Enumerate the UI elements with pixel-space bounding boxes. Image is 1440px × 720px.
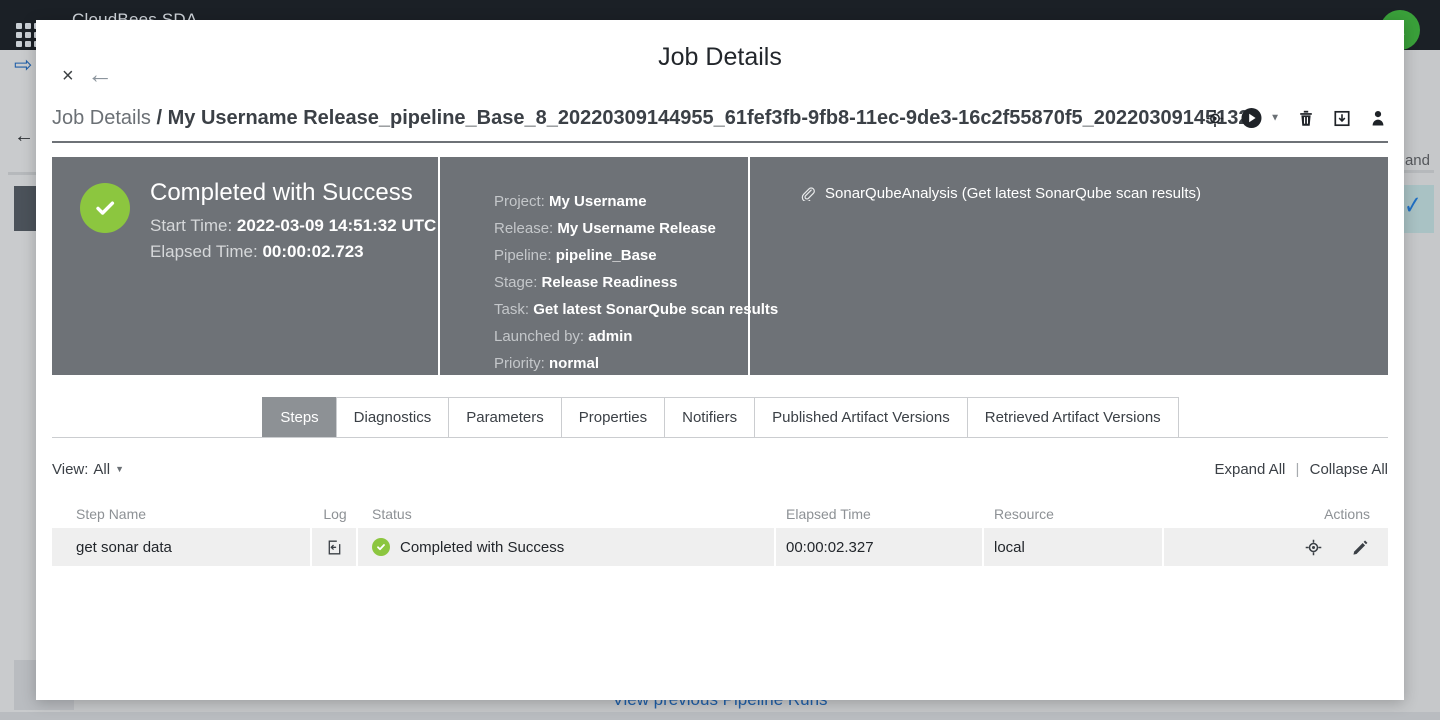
tab-bar: Steps Diagnostics Parameters Properties … xyxy=(52,398,1388,438)
background-right-label: and xyxy=(1405,152,1430,169)
meta-label: Pipeline: xyxy=(494,247,552,264)
breadcrumb-separator: / xyxy=(157,107,163,129)
run-icon[interactable] xyxy=(1241,108,1262,129)
column-header-elapsed-time: Elapsed Time xyxy=(776,506,984,522)
cell-elapsed-time: 00:00:02.327 xyxy=(776,528,984,566)
meta-row-task: Task: Get latest SonarQube scan results xyxy=(494,301,748,318)
locate-icon[interactable] xyxy=(1205,108,1225,128)
steps-table: Step Name Log Status Elapsed Time Resour… xyxy=(52,500,1388,566)
breadcrumb: Job Details / My Username Release_pipeli… xyxy=(52,107,1250,130)
edit-pencil-icon[interactable] xyxy=(1351,538,1370,557)
trash-icon[interactable] xyxy=(1296,108,1316,128)
save-icon[interactable] xyxy=(1332,108,1352,128)
sidebar-collapse-icon[interactable]: ⇨ xyxy=(14,52,32,78)
meta-row-priority: Priority: normal xyxy=(494,355,748,372)
column-header-status: Status xyxy=(358,506,776,522)
meta-label: Priority: xyxy=(494,355,545,372)
expand-collapse-controls: Expand All | Collapse All xyxy=(1214,461,1388,478)
close-icon[interactable]: × xyxy=(62,66,74,86)
header-actions: ▼ xyxy=(1205,108,1388,129)
column-header-actions: Actions xyxy=(1164,506,1388,522)
meta-label: Launched by: xyxy=(494,328,584,345)
cell-actions xyxy=(1164,528,1388,566)
paperclip-icon xyxy=(800,186,815,201)
breadcrumb-bar: Job Details / My Username Release_pipeli… xyxy=(52,95,1388,143)
job-details-modal: × ← Job Details Job Details / My Usernam… xyxy=(36,20,1404,700)
page-title: Job Details xyxy=(36,20,1404,72)
meta-value: My Username xyxy=(549,193,647,210)
tab-parameters[interactable]: Parameters xyxy=(448,397,562,437)
column-header-resource: Resource xyxy=(984,506,1164,522)
cell-log xyxy=(312,528,358,566)
sonarqube-analysis-link[interactable]: SonarQubeAnalysis (Get latest SonarQube … xyxy=(800,185,1201,202)
cell-step-name: get sonar data xyxy=(52,528,312,566)
job-summary-panel: Completed with Success Start Time: 2022-… xyxy=(52,157,1388,375)
background-back-icon[interactable]: ← xyxy=(14,125,34,148)
tab-steps[interactable]: Steps xyxy=(262,397,336,437)
status-label: Completed with Success xyxy=(400,539,564,556)
tab-properties[interactable]: Properties xyxy=(561,397,665,437)
elapsed-time-label: Elapsed Time: xyxy=(150,242,258,261)
collapse-all-link[interactable]: Collapse All xyxy=(1310,461,1388,478)
meta-row-project: Project: My Username xyxy=(494,193,748,210)
job-metadata-block: Project: My Username Release: My Usernam… xyxy=(440,157,750,375)
start-time-row: Start Time: 2022-03-09 14:51:32 UTC xyxy=(150,216,436,236)
meta-label: Stage: xyxy=(494,274,537,291)
column-header-log: Log xyxy=(312,506,358,522)
elapsed-time-value: 00:00:02.723 xyxy=(262,242,363,261)
status-title: Completed with Success xyxy=(150,179,436,207)
breadcrumb-current: My Username Release_pipeline_Base_8_2022… xyxy=(168,107,1250,129)
tab-diagnostics[interactable]: Diagnostics xyxy=(336,397,450,437)
chevron-down-icon[interactable]: ▼ xyxy=(1270,113,1280,124)
meta-row-launched-by: Launched by: admin xyxy=(494,328,748,345)
table-row[interactable]: get sonar data Completed with Success xyxy=(52,528,1388,566)
modal-header: × ← Job Details xyxy=(36,20,1404,95)
locate-icon[interactable] xyxy=(1304,538,1323,557)
elapsed-time-row: Elapsed Time: 00:00:02.723 xyxy=(150,242,436,262)
tab-retrieved-artifact-versions[interactable]: Retrieved Artifact Versions xyxy=(967,397,1179,437)
steps-toolbar: View: All ▼ Expand All | Collapse All xyxy=(52,456,1388,482)
meta-label: Project: xyxy=(494,193,545,210)
check-circle-icon xyxy=(80,183,130,233)
breadcrumb-root[interactable]: Job Details xyxy=(52,107,151,129)
expand-all-link[interactable]: Expand All xyxy=(1214,461,1285,478)
user-icon[interactable] xyxy=(1368,108,1388,128)
meta-value: admin xyxy=(588,328,632,345)
meta-value: Release Readiness xyxy=(542,274,678,291)
column-header-step-name: Step Name xyxy=(52,506,312,522)
background-check-icon: ✓ xyxy=(1404,190,1421,221)
job-status-block: Completed with Success Start Time: 2022-… xyxy=(52,157,440,375)
log-file-icon[interactable] xyxy=(326,539,343,556)
view-filter-dropdown[interactable]: View: All ▼ xyxy=(52,461,124,478)
start-time-value: 2022-03-09 14:51:32 UTC xyxy=(237,216,436,235)
sonarqube-analysis-label: SonarQubeAnalysis (Get latest SonarQube … xyxy=(825,185,1201,202)
background-bottom-bar xyxy=(0,712,1440,720)
chevron-down-icon: ▼ xyxy=(115,464,124,474)
meta-label: Release: xyxy=(494,220,553,237)
cell-status: Completed with Success xyxy=(358,528,776,566)
meta-value: pipeline_Base xyxy=(556,247,657,264)
tab-published-artifact-versions[interactable]: Published Artifact Versions xyxy=(754,397,968,437)
check-circle-icon xyxy=(372,538,390,556)
cell-resource: local xyxy=(984,528,1164,566)
meta-value: Get latest SonarQube scan results xyxy=(533,301,778,318)
job-status-text: Completed with Success Start Time: 2022-… xyxy=(150,179,436,268)
meta-row-release: Release: My Username Release xyxy=(494,220,748,237)
expand-collapse-separator: | xyxy=(1296,461,1300,478)
start-time-label: Start Time: xyxy=(150,216,232,235)
back-arrow-icon[interactable]: ← xyxy=(87,61,113,87)
job-links-block: SonarQubeAnalysis (Get latest SonarQube … xyxy=(750,157,1388,375)
meta-label: Task: xyxy=(494,301,529,318)
tab-notifiers[interactable]: Notifiers xyxy=(664,397,755,437)
meta-row-stage: Stage: Release Readiness xyxy=(494,274,748,291)
table-header-row: Step Name Log Status Elapsed Time Resour… xyxy=(52,500,1388,528)
view-label: View: xyxy=(52,461,88,478)
meta-value: normal xyxy=(549,355,599,372)
meta-value: My Username Release xyxy=(557,220,715,237)
meta-row-pipeline: Pipeline: pipeline_Base xyxy=(494,247,748,264)
view-value: All xyxy=(93,461,110,478)
